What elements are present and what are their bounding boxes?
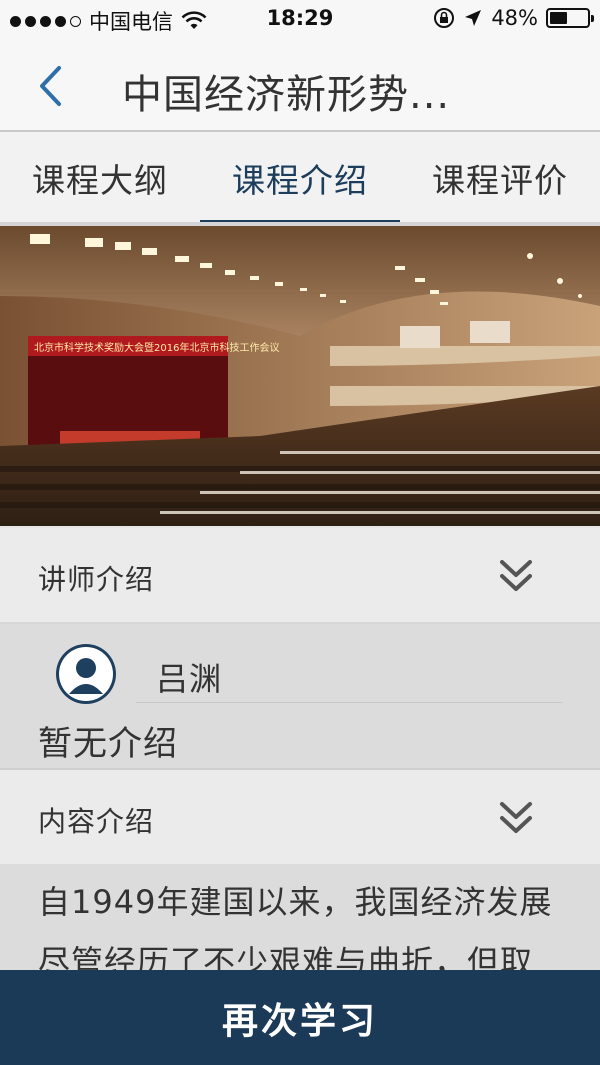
battery-percent: 48% xyxy=(491,6,538,30)
tab-bar: 课程大纲 课程介绍 课程评价 xyxy=(0,132,600,226)
rotation-lock-icon xyxy=(434,8,455,28)
instructor-panel: 吕渊 暂无介绍 xyxy=(0,624,600,770)
tab-label: 课程介绍 xyxy=(232,161,368,200)
tab-course-intro[interactable]: 课程介绍 xyxy=(200,132,400,226)
double-chevron-down-icon xyxy=(500,802,532,833)
status-right: 48% xyxy=(433,6,594,30)
content-section-label: 内容介绍 xyxy=(38,805,155,838)
tab-label: 课程评价 xyxy=(432,161,568,200)
instructor-name: 吕渊 xyxy=(156,660,223,698)
tab-reviews[interactable]: 课程评价 xyxy=(400,132,600,224)
chevron-left-icon xyxy=(40,66,61,106)
instructor-section-header[interactable]: 讲师介绍 xyxy=(0,528,600,624)
hero-banner-text: 北京市科学技术奖励大会暨2016年北京市科技工作会议 xyxy=(34,341,279,354)
tab-label: 课程大纲 xyxy=(32,161,168,200)
course-description: 自1949年建国以来，我国经济发展尽管经历了不少艰难与曲折，但取 xyxy=(38,883,553,974)
divider xyxy=(136,702,562,703)
location-arrow-icon xyxy=(465,10,482,26)
status-bar: 中国电信 18:29 48% xyxy=(0,0,600,40)
study-again-button[interactable]: 再次学习 xyxy=(0,970,600,1065)
course-cover-image: 北京市科学技术奖励大会暨2016年北京市科技工作会议 xyxy=(0,226,600,526)
double-chevron-down-icon xyxy=(500,560,532,591)
content-panel: 自1949年建国以来，我国经济发展尽管经历了不少艰难与曲折，但取 xyxy=(0,864,600,974)
page-title: 中国经济新形势... xyxy=(122,72,451,118)
instructor-bio: 暂无介绍 xyxy=(38,724,178,764)
conference-hall-illustration: 北京市科学技术奖励大会暨2016年北京市科技工作会议 xyxy=(0,226,600,526)
instructor-section-label: 讲师介绍 xyxy=(38,563,155,596)
avatar xyxy=(56,644,116,704)
navigation-bar: 中国经济新形势... xyxy=(0,40,600,132)
content-section-header[interactable]: 内容介绍 xyxy=(0,770,600,866)
battery-icon xyxy=(546,8,594,28)
tab-syllabus[interactable]: 课程大纲 xyxy=(0,132,200,224)
user-icon xyxy=(59,647,113,701)
back-button[interactable] xyxy=(30,62,70,110)
